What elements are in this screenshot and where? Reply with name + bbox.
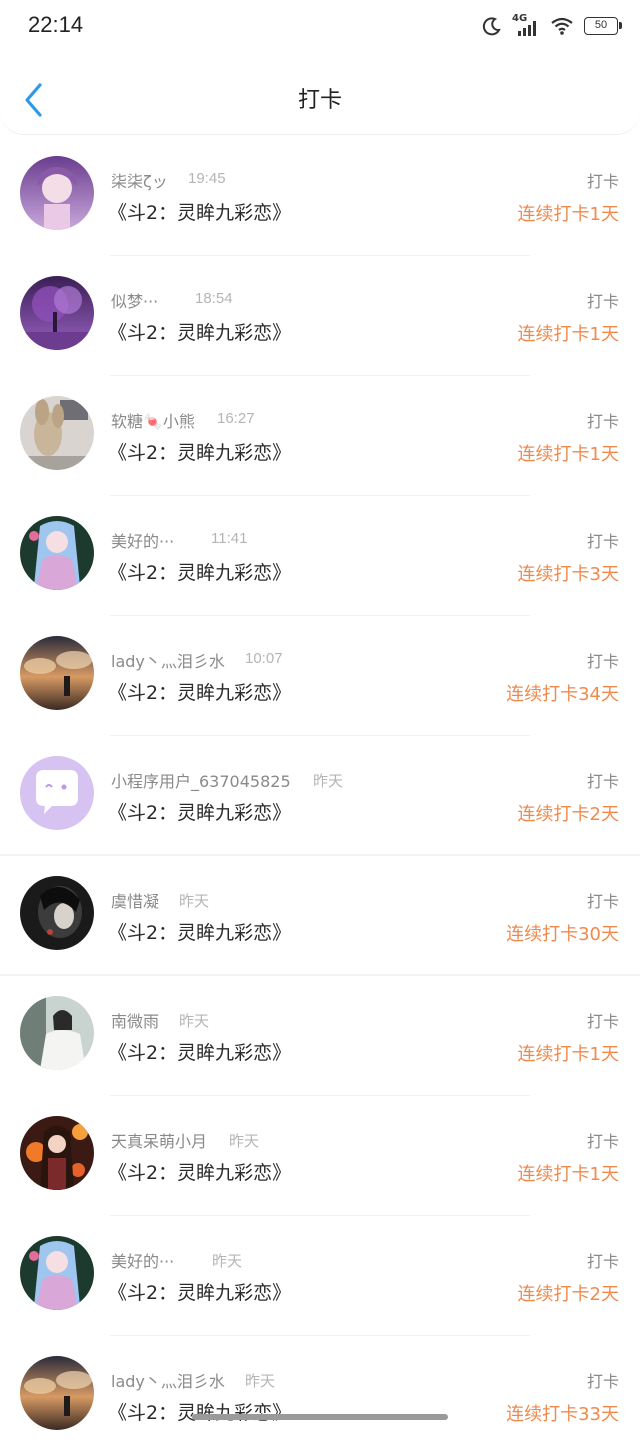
checkin-time: 昨天 [212, 1253, 243, 1270]
status-icons: 4G 50 [482, 13, 622, 38]
user-name[interactable]: 虞惜凝 [111, 888, 159, 912]
book-title[interactable]: 《斗2：灵眸九彩恋》 [108, 1398, 291, 1425]
checkin-label: 打卡 [586, 532, 619, 551]
checkin-label: 打卡 [586, 892, 619, 911]
user-name[interactable]: lady丶灬泪彡水 [111, 648, 225, 672]
avatar[interactable] [20, 1116, 94, 1190]
streak-badge: 连续打卡33天 [506, 1404, 619, 1425]
streak-badge: 连续打卡34天 [506, 684, 619, 705]
streak-badge: 连续打卡1天 [517, 324, 619, 345]
list-item[interactable]: 美好的··· 昨天 《斗2：灵眸九彩恋》 打卡 连续打卡2天 [0, 1216, 640, 1336]
page-title: 打卡 [297, 88, 342, 113]
checkin-time: 昨天 [179, 893, 210, 910]
wifi-icon [551, 17, 573, 35]
book-title[interactable]: 《斗2：灵眸九彩恋》 [108, 1038, 291, 1065]
checkin-list: 柒柒ζッ 19:45 《斗2：灵眸九彩恋》 打卡 连续打卡1天 似梦··· 18… [0, 136, 640, 1456]
checkin-label: 打卡 [586, 772, 619, 791]
avatar[interactable] [20, 1356, 94, 1430]
status-bar: 22:14 4G 50 [0, 0, 640, 52]
user-name[interactable]: 美好的··· [111, 528, 174, 552]
checkin-time: 昨天 [179, 1013, 210, 1030]
book-title[interactable]: 《斗2：灵眸九彩恋》 [108, 918, 291, 945]
book-title[interactable]: 《斗2：灵眸九彩恋》 [108, 198, 291, 225]
checkin-label: 打卡 [586, 1252, 619, 1271]
book-title[interactable]: 《斗2：灵眸九彩恋》 [108, 438, 291, 465]
checkin-time: 18:54 [195, 290, 233, 307]
list-item[interactable]: 小程序用户_637045825 昨天 《斗2：灵眸九彩恋》 打卡 连续打卡2天 [0, 736, 640, 856]
checkin-label: 打卡 [586, 412, 619, 431]
book-title[interactable]: 《斗2：灵眸九彩恋》 [108, 1278, 291, 1305]
checkin-label: 打卡 [586, 172, 619, 191]
avatar[interactable] [20, 516, 94, 590]
checkin-label: 打卡 [586, 652, 619, 671]
list-item[interactable]: 美好的··· 11:41 《斗2：灵眸九彩恋》 打卡 连续打卡3天 [0, 496, 640, 616]
avatar[interactable] [20, 996, 94, 1070]
user-name[interactable]: 天真呆萌小月 [111, 1128, 207, 1152]
avatar[interactable] [20, 276, 94, 350]
streak-badge: 连续打卡2天 [517, 1284, 619, 1305]
list-item[interactable]: 柒柒ζッ 19:45 《斗2：灵眸九彩恋》 打卡 连续打卡1天 [0, 136, 640, 256]
avatar[interactable] [20, 756, 94, 830]
list-item[interactable]: lady丶灬泪彡水 昨天 《斗2：灵眸九彩恋》 打卡 连续打卡33天 [0, 1336, 640, 1456]
user-name[interactable]: 南微雨 [111, 1008, 159, 1032]
checkin-time: 19:45 [188, 170, 226, 187]
home-indicator[interactable] [192, 1414, 448, 1420]
book-title[interactable]: 《斗2：灵眸九彩恋》 [108, 1158, 291, 1185]
list-item[interactable]: lady丶灬泪彡水 10:07 《斗2：灵眸九彩恋》 打卡 连续打卡34天 [0, 616, 640, 736]
checkin-time: 昨天 [313, 773, 344, 790]
checkin-time: 昨天 [229, 1133, 260, 1150]
checkin-label: 打卡 [586, 1012, 619, 1031]
checkin-label: 打卡 [586, 1372, 619, 1391]
streak-badge: 连续打卡1天 [517, 1164, 619, 1185]
checkin-time: 16:27 [217, 410, 255, 427]
list-item[interactable]: 似梦··· 18:54 《斗2：灵眸九彩恋》 打卡 连续打卡1天 [0, 256, 640, 376]
streak-badge: 连续打卡2天 [517, 804, 619, 825]
book-title[interactable]: 《斗2：灵眸九彩恋》 [108, 678, 291, 705]
book-title[interactable]: 《斗2：灵眸九彩恋》 [108, 558, 291, 585]
user-name[interactable]: lady丶灬泪彡水 [111, 1368, 225, 1392]
checkin-label: 打卡 [586, 1132, 619, 1151]
user-name[interactable]: 小程序用户_637045825 [111, 768, 291, 792]
checkin-time: 昨天 [245, 1373, 276, 1390]
status-time: 22:14 [28, 12, 84, 37]
battery-icon: 50 [584, 17, 622, 35]
book-title[interactable]: 《斗2：灵眸九彩恋》 [108, 798, 291, 825]
avatar[interactable] [20, 1236, 94, 1310]
checkin-time: 11:41 [211, 530, 248, 547]
battery-level: 50 [594, 19, 608, 31]
user-name[interactable]: 柒柒ζッ [111, 168, 168, 192]
signal-icon: 4G [512, 13, 540, 37]
streak-badge: 连续打卡3天 [517, 564, 619, 585]
user-name[interactable]: 美好的··· [111, 1248, 174, 1272]
streak-badge: 连续打卡1天 [517, 1044, 619, 1065]
user-name[interactable]: 似梦··· [111, 288, 158, 312]
avatar[interactable] [20, 396, 94, 470]
list-item[interactable]: 南微雨 昨天 《斗2：灵眸九彩恋》 打卡 连续打卡1天 [0, 976, 640, 1096]
book-title[interactable]: 《斗2：灵眸九彩恋》 [108, 318, 291, 345]
checkin-time: 10:07 [245, 650, 283, 667]
list-item[interactable]: 软糖🍬小熊 16:27 《斗2：灵眸九彩恋》 打卡 连续打卡1天 [0, 376, 640, 496]
list-item[interactable]: 天真呆萌小月 昨天 《斗2：灵眸九彩恋》 打卡 连续打卡1天 [0, 1096, 640, 1216]
moon-icon [482, 17, 501, 36]
streak-badge: 连续打卡1天 [517, 204, 619, 225]
list-item[interactable]: 虞惜凝 昨天 《斗2：灵眸九彩恋》 打卡 连续打卡30天 [0, 856, 640, 976]
streak-badge: 连续打卡1天 [517, 444, 619, 465]
avatar[interactable] [20, 156, 94, 230]
avatar[interactable] [20, 636, 94, 710]
nav-header: 打卡 [0, 52, 640, 135]
checkin-label: 打卡 [586, 292, 619, 311]
avatar[interactable] [20, 876, 94, 950]
user-name[interactable]: 软糖🍬小熊 [111, 408, 195, 432]
streak-badge: 连续打卡30天 [506, 924, 619, 945]
